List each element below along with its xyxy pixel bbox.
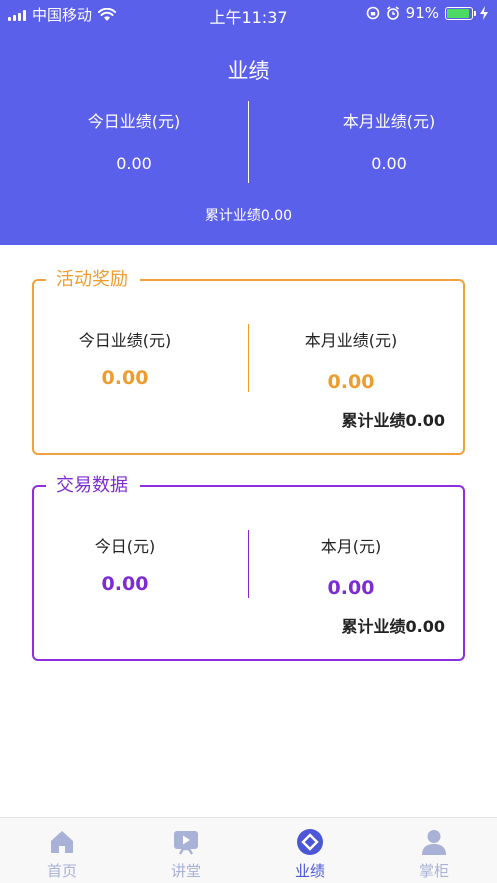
battery-percent: 91% — [405, 4, 439, 22]
tab-shopkeeper-label: 掌柜 — [418, 862, 449, 880]
battery-icon — [445, 6, 476, 20]
header-today-label: 今日业绩(元) — [87, 112, 181, 131]
tab-performance-label: 业绩 — [294, 862, 325, 880]
activity-month: 本月业绩(元) 0.00 — [251, 327, 451, 393]
alarm-icon — [386, 6, 399, 20]
tab-home[interactable]: 首页 — [22, 828, 102, 881]
activity-total: 累计业绩0.00 — [341, 411, 445, 430]
charging-icon — [480, 6, 488, 20]
activity-today: 今日业绩(元) 0.00 — [25, 327, 225, 389]
trade-today-value: 0.00 — [101, 573, 149, 595]
trade-month: 本月(元) 0.00 — [251, 533, 451, 599]
header-divider — [248, 101, 249, 183]
header-month-label: 本月业绩(元) — [342, 112, 436, 131]
trade-card-title: 交易数据 — [46, 475, 140, 497]
header-total: 累计业绩0.00 — [204, 208, 293, 224]
tab-home-label: 首页 — [46, 862, 77, 880]
header-today-value: 0.00 — [116, 154, 152, 173]
header-month: 本月业绩(元) 0.00 — [265, 108, 497, 173]
performance-icon — [297, 829, 323, 855]
header: 中国移动 上午11:37 91% 业绩 今日业绩(元) 0.00 本月业绩(元)… — [0, 0, 497, 245]
trade-total: 累计业绩0.00 — [341, 617, 445, 636]
activity-reward-card: 活动奖励 今日业绩(元) 0.00 本月业绩(元) 0.00 累计业绩0.00 — [32, 269, 465, 455]
trade-divider — [248, 530, 249, 598]
trade-month-value: 0.00 — [327, 577, 375, 599]
header-today: 今日业绩(元) 0.00 — [10, 108, 258, 173]
status-right: 91% — [366, 4, 489, 22]
status-bar: 中国移动 上午11:37 91% — [0, 0, 497, 28]
battery-fill — [447, 8, 469, 18]
tab-lecture[interactable]: 讲堂 — [146, 828, 226, 881]
tab-shopkeeper[interactable]: 掌柜 — [394, 828, 474, 881]
tab-performance[interactable]: 业绩 — [270, 828, 350, 881]
trade-today: 今日(元) 0.00 — [25, 533, 225, 595]
person-icon — [422, 830, 446, 855]
tab-bar: 首页 讲堂 业绩 掌柜 — [0, 817, 497, 883]
video-icon — [174, 831, 198, 855]
activity-card-title: 活动奖励 — [46, 269, 140, 291]
activity-today-value: 0.00 — [101, 367, 149, 389]
activity-month-value: 0.00 — [327, 371, 375, 393]
tab-lecture-label: 讲堂 — [170, 862, 201, 880]
activity-month-label: 本月业绩(元) — [304, 331, 398, 350]
trade-today-label: 今日(元) — [94, 537, 156, 556]
trade-data-card: 交易数据 今日(元) 0.00 本月(元) 0.00 累计业绩0.00 — [32, 475, 465, 661]
home-icon — [51, 831, 73, 853]
activity-divider — [248, 324, 249, 392]
trade-month-label: 本月(元) — [320, 537, 382, 556]
header-month-value: 0.00 — [371, 154, 407, 173]
page-title: 业绩 — [227, 59, 270, 83]
orientation-lock-icon — [366, 6, 379, 20]
activity-today-label: 今日业绩(元) — [78, 331, 172, 350]
